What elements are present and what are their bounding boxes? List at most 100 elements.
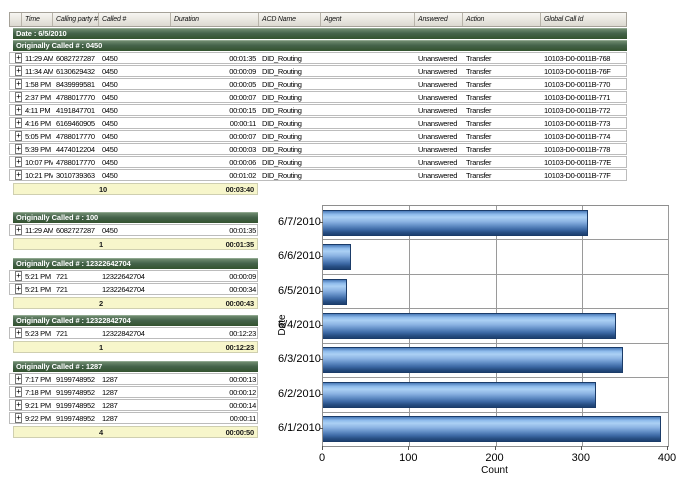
x-tick-label: 0 — [319, 452, 325, 464]
cell-time: 7:17 PM — [22, 375, 53, 384]
cell-calling-party: 9199748952 — [53, 401, 99, 410]
table-row: + 5:39 PM 4474012204 0450 00:00:03 DID_R… — [9, 143, 627, 155]
cell-called: 0450 — [99, 226, 171, 235]
gridline — [668, 206, 669, 446]
expand-icon[interactable]: + — [15, 157, 22, 167]
expand-icon[interactable]: + — [15, 105, 22, 115]
table-row: + 10:21 PM 3010739363 0450 00:01:02 DID_… — [9, 169, 627, 181]
cell-called: 0450 — [99, 54, 171, 63]
cell-calling-party: 4474012204 — [53, 145, 99, 154]
table-row: + 7:17 PM 9199748952 1287 00:00:13 — [9, 373, 258, 385]
cell-calling-party: 4191847701 — [53, 106, 99, 115]
group-header: Originally Called # : 12322642704 — [13, 258, 258, 269]
cell-calling-party: 4788017770 — [53, 93, 99, 102]
cell-answered: Unanswered — [415, 106, 463, 115]
cell-answered: Unanswered — [415, 54, 463, 63]
cell-called: 0450 — [99, 67, 171, 76]
expand-icon[interactable]: + — [15, 374, 22, 384]
cell-calling-party: 4788017770 — [53, 158, 99, 167]
expand-icon[interactable]: + — [15, 225, 22, 235]
cell-time: 5:39 PM — [22, 145, 53, 154]
cell-time: 5:05 PM — [22, 132, 53, 141]
expand-icon[interactable]: + — [15, 66, 22, 76]
cell-called: 1287 — [99, 375, 171, 384]
expand-icon[interactable]: + — [15, 413, 22, 423]
expand-icon[interactable]: + — [15, 328, 22, 338]
expand-icon[interactable]: + — [15, 271, 22, 281]
x-tick-label: 100 — [399, 452, 417, 464]
cell-duration: 00:00:12 — [171, 388, 259, 397]
cell-acd-name: DID_Routing — [259, 93, 321, 102]
expand-icon[interactable]: + — [15, 79, 22, 89]
group-summary: 1 00:01:35 — [13, 238, 258, 250]
cell-called: 12322842704 — [99, 329, 171, 338]
cell-calling-party: 721 — [53, 285, 99, 294]
chart-plot — [322, 205, 669, 447]
table-row: + 4:11 PM 4191847701 0450 00:00:15 DID_R… — [9, 104, 627, 116]
call-report-table: Time Calling party # Called # Duration A… — [9, 12, 627, 195]
cell-global-call-id: 10103-D0-0011B-77E — [541, 158, 619, 167]
group-summary: 1 00:12:23 — [13, 341, 258, 353]
y-tick-label: 6/3/2010 — [278, 353, 318, 365]
group-rows: + 11:29 AM 6082727287 0450 00:01:35 — [9, 224, 258, 236]
expand-icon[interactable]: + — [15, 170, 22, 180]
cell-duration: 00:01:35 — [171, 54, 259, 63]
expand-icon[interactable]: + — [15, 144, 22, 154]
x-tick-label: 200 — [485, 452, 503, 464]
cell-calling-party: 9199748952 — [53, 375, 99, 384]
cell-acd-name: DID_Routing — [259, 80, 321, 89]
chart-bar — [323, 313, 616, 339]
table-row: + 5:21 PM 721 12322642704 00:00:34 — [9, 283, 258, 295]
subgroup-1287: Originally Called # : 1287 + 7:17 PM 919… — [9, 360, 258, 438]
cell-called: 12322642704 — [99, 272, 171, 281]
expand-icon[interactable]: + — [15, 284, 22, 294]
cell-duration: 00:00:09 — [171, 67, 259, 76]
cell-time: 9:21 PM — [22, 401, 53, 410]
cell-duration: 00:00:34 — [171, 285, 259, 294]
cell-called: 1287 — [99, 388, 171, 397]
expand-icon[interactable]: + — [15, 92, 22, 102]
cell-global-call-id: 10103-D0-0011B-768 — [541, 54, 619, 63]
cell-calling-party: 4788017770 — [53, 132, 99, 141]
date-group-header: Date : 6/5/2010 — [13, 28, 627, 39]
header-cell-calling-party: Calling party # — [53, 13, 99, 26]
cell-called: 12322642704 — [99, 285, 171, 294]
subgroup-100: Originally Called # : 100 + 11:29 AM 608… — [9, 211, 258, 250]
cell-duration: 00:00:11 — [171, 414, 259, 423]
x-tick-label: 400 — [658, 452, 676, 464]
summary-total-duration: 00:12:23 — [226, 343, 257, 352]
group-label: Originally Called # : 0450 — [13, 41, 627, 51]
summary-count: 2 — [99, 299, 103, 308]
cell-global-call-id: 10103-D0-0011B-773 — [541, 119, 619, 128]
expand-icon[interactable]: + — [15, 118, 22, 128]
expand-icon[interactable]: + — [15, 131, 22, 141]
cell-calling-party: 3010739363 — [53, 171, 99, 180]
cell-duration: 00:00:07 — [171, 93, 259, 102]
expand-icon[interactable]: + — [15, 53, 22, 63]
cell-acd-name: DID_Routing — [259, 171, 321, 180]
group-label: Originally Called # : 12322642704 — [13, 259, 258, 269]
cell-answered: Unanswered — [415, 132, 463, 141]
cell-time: 10:07 PM — [22, 158, 53, 167]
cell-time: 1:58 PM — [22, 80, 53, 89]
summary-count: 1 — [99, 343, 103, 352]
cell-called: 0450 — [99, 158, 171, 167]
x-axis-tick — [581, 446, 582, 450]
chart-band — [323, 240, 668, 274]
header-cell-agent: Agent — [321, 13, 415, 26]
y-tick-label: 6/5/2010 — [278, 285, 318, 297]
cell-action: Transfer — [463, 67, 541, 76]
cell-time: 9:22 PM — [22, 414, 53, 423]
cell-called: 0450 — [99, 171, 171, 180]
cell-duration: 00:00:03 — [171, 145, 259, 154]
cell-answered: Unanswered — [415, 80, 463, 89]
group-label: Originally Called # : 1287 — [13, 362, 258, 372]
cell-time: 5:21 PM — [22, 272, 53, 281]
table-row: + 1:58 PM 8439999581 0450 00:00:05 DID_R… — [9, 78, 627, 90]
expand-icon[interactable]: + — [15, 387, 22, 397]
expand-icon[interactable]: + — [15, 400, 22, 410]
cell-calling-party: 9199748952 — [53, 388, 99, 397]
cell-called: 1287 — [99, 401, 171, 410]
cell-duration: 00:00:15 — [171, 106, 259, 115]
cell-global-call-id: 10103-D0-0011B-772 — [541, 106, 619, 115]
